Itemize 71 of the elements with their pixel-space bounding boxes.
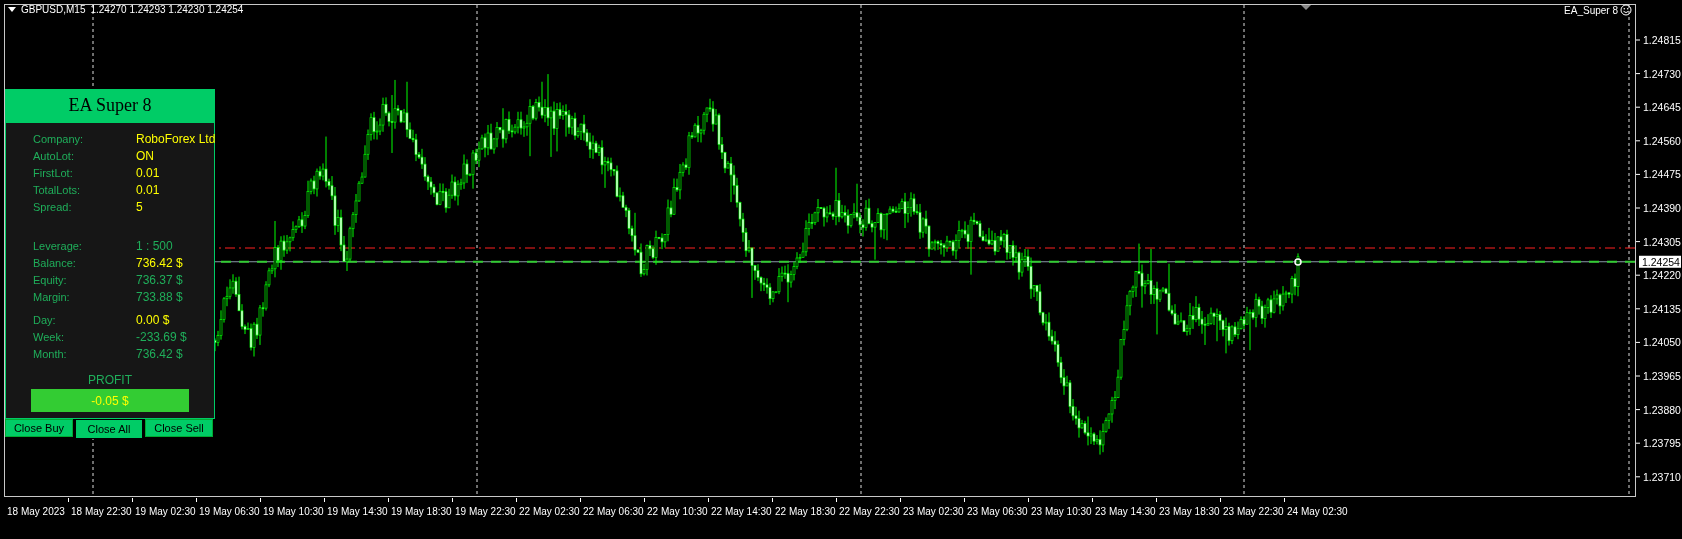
info-label: Company: bbox=[33, 132, 84, 147]
price-tick-label: 1.24815 bbox=[1643, 34, 1681, 46]
info-value: -233.69 $ bbox=[136, 329, 187, 346]
time-tick-label: 23 May 22:30 bbox=[1223, 505, 1284, 518]
price-tick-label: 1.24135 bbox=[1643, 302, 1681, 315]
time-tick-label: 23 May 06:30 bbox=[967, 505, 1028, 518]
close-button[interactable]: Close Buy bbox=[5, 419, 73, 437]
info-value: 733.88 $ bbox=[136, 289, 183, 306]
profit-value: -0.05 $ bbox=[31, 389, 189, 412]
info-value: 5 bbox=[136, 199, 143, 216]
info-label: FirstLot: bbox=[33, 166, 73, 181]
expert-name: EA_Super 8 bbox=[1564, 4, 1618, 16]
current-price-label: 1.24254 bbox=[1639, 255, 1681, 268]
info-value: 1 : 500 bbox=[136, 238, 173, 255]
time-tick-label: 22 May 06:30 bbox=[583, 505, 644, 518]
price-tick-label: 1.24390 bbox=[1643, 202, 1681, 214]
time-tick-label: 19 May 22:30 bbox=[455, 505, 516, 518]
time-tick-label: 22 May 02:30 bbox=[519, 505, 580, 518]
price-tick-label: 1.23965 bbox=[1643, 370, 1681, 382]
info-value: 736.42 $ bbox=[136, 346, 183, 363]
time-tick-label: 23 May 02:30 bbox=[903, 505, 964, 518]
time-tick-label: 23 May 18:30 bbox=[1159, 505, 1220, 518]
close-button[interactable]: Close All bbox=[75, 419, 143, 439]
price-tick-label: 1.23795 bbox=[1643, 437, 1681, 450]
time-tick-label: 22 May 14:30 bbox=[711, 505, 772, 518]
info-label: TotalLots: bbox=[33, 183, 81, 198]
ohlc-prices: 1.24270 1.24293 1.24230 1.24254 bbox=[90, 4, 244, 15]
info-value: 0.00 $ bbox=[136, 312, 170, 329]
info-label: Week: bbox=[33, 330, 64, 345]
price-tick-label: 1.24560 bbox=[1643, 134, 1681, 147]
time-tick-label: 18 May 22:30 bbox=[71, 505, 132, 518]
time-tick-label: 22 May 22:30 bbox=[839, 505, 900, 518]
price-tick-label: 1.23710 bbox=[1643, 470, 1681, 483]
symbol-label: GBPUSD,M15 bbox=[21, 4, 86, 15]
price-tick-label: 1.24220 bbox=[1643, 269, 1681, 282]
price-tick-label: 1.23880 bbox=[1643, 403, 1681, 416]
dropdown-triangle-icon[interactable] bbox=[8, 7, 16, 12]
time-tick-label: 19 May 14:30 bbox=[327, 505, 388, 518]
info-label: Spread: bbox=[33, 200, 72, 215]
time-tick-label: 23 May 10:30 bbox=[1031, 505, 1092, 518]
close-button[interactable]: Close Sell bbox=[145, 419, 213, 437]
profit-label: PROFIT bbox=[88, 373, 132, 387]
info-value: 0.01 bbox=[136, 165, 160, 182]
price-tick-label: 1.24645 bbox=[1643, 101, 1681, 114]
price-tick-label: 1.24730 bbox=[1643, 67, 1681, 80]
time-tick-label: 22 May 18:30 bbox=[775, 505, 836, 518]
time-tick-label: 19 May 02:30 bbox=[135, 505, 196, 518]
time-tick-label: 19 May 06:30 bbox=[199, 505, 260, 518]
info-label: Equity: bbox=[33, 273, 67, 288]
price-tick-label: 1.24475 bbox=[1643, 168, 1681, 181]
price-tick-label: 1.24050 bbox=[1643, 336, 1681, 349]
time-tick-label: 18 May 2023 bbox=[7, 505, 65, 518]
info-value: ON bbox=[136, 148, 154, 165]
time-tick-label: 24 May 02:30 bbox=[1287, 505, 1348, 518]
info-value: 0.01 bbox=[136, 182, 160, 199]
info-label: Day: bbox=[33, 313, 56, 328]
info-label: Month: bbox=[33, 347, 67, 362]
time-tick-label: 19 May 18:30 bbox=[391, 505, 452, 518]
time-tick-label: 23 May 14:30 bbox=[1095, 505, 1156, 518]
price-tick-label: 1.24305 bbox=[1643, 235, 1681, 248]
panel-title: EA Super 8 bbox=[5, 89, 215, 122]
info-label: Balance: bbox=[33, 256, 76, 271]
shift-marker-icon[interactable] bbox=[1301, 5, 1311, 10]
info-value: 736.42 $ bbox=[136, 255, 183, 272]
time-tick-label: 22 May 10:30 bbox=[647, 505, 708, 518]
time-tick-label: 19 May 10:30 bbox=[263, 505, 324, 518]
info-label: AutoLot: bbox=[33, 149, 74, 164]
info-label: Leverage: bbox=[33, 239, 82, 254]
smiley-icon[interactable] bbox=[1620, 4, 1632, 16]
info-value: 736.37 $ bbox=[136, 272, 183, 289]
info-label: Margin: bbox=[33, 290, 70, 305]
